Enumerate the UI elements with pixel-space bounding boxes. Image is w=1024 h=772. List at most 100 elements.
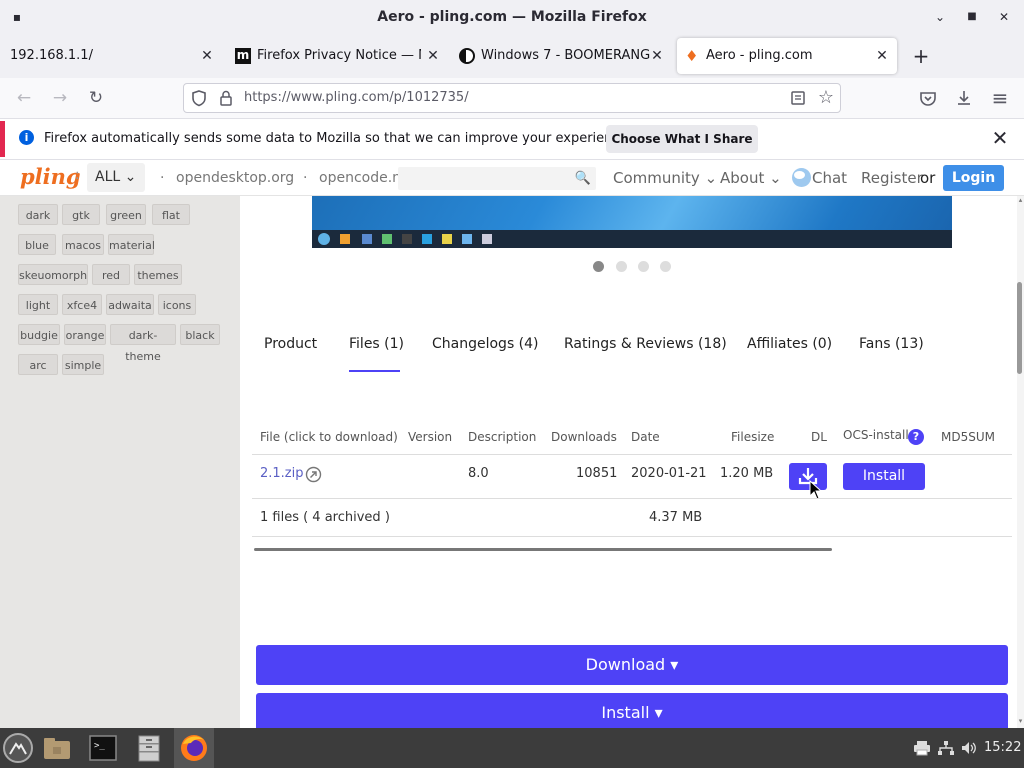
terminal-icon[interactable]: >_ (88, 733, 118, 763)
scroll-down-arrow-icon[interactable]: ▾ (1017, 717, 1024, 725)
table-divider (252, 498, 1012, 499)
tag-skeuomorph[interactable]: skeuomorph (18, 264, 88, 285)
close-icon[interactable]: ✕ (648, 47, 666, 65)
tag-themes[interactable]: themes (134, 264, 182, 285)
file-date: 2020-01-21 (631, 466, 707, 481)
gallery-dot[interactable] (638, 261, 649, 272)
tag-material[interactable]: material (108, 234, 155, 255)
tab-product[interactable]: Product (264, 325, 317, 363)
close-window-button[interactable]: ✕ (996, 9, 1012, 25)
printer-icon[interactable] (913, 740, 931, 756)
tag-arc[interactable]: arc (18, 354, 58, 375)
tag-black[interactable]: black (180, 324, 220, 345)
tab-affiliates[interactable]: Affiliates (0) (747, 325, 832, 363)
community-menu[interactable]: Community ⌄ (613, 160, 717, 196)
minimize-button[interactable]: ⌄ (932, 9, 948, 25)
tab-label: Aero - pling.com (706, 48, 813, 63)
search-icon[interactable]: 🔍 (574, 170, 592, 188)
col-description: Description (468, 430, 537, 444)
register-link[interactable]: Register (861, 160, 923, 196)
all-dropdown[interactable]: ALL ⌄ (87, 163, 145, 192)
gallery-dot-active[interactable] (593, 261, 604, 272)
help-icon[interactable]: ? (908, 429, 924, 445)
tag-budgie[interactable]: budgie (18, 324, 60, 345)
pocket-icon[interactable] (918, 88, 938, 108)
tag-dark-theme[interactable]: dark-theme (110, 324, 176, 363)
reader-view-icon[interactable] (789, 89, 807, 107)
close-icon[interactable]: ✕ (873, 47, 891, 65)
url-text: https://www.pling.com/p/1012735/ (244, 90, 469, 105)
start-menu-icon[interactable] (3, 733, 33, 763)
tab-windows7[interactable]: Windows 7 - BOOMERANG ✕ (452, 38, 670, 74)
tab-router[interactable]: 192.168.1.1/ ✕ (4, 38, 222, 74)
file-manager-icon[interactable] (42, 733, 72, 763)
about-menu[interactable]: About ⌄ (720, 160, 782, 196)
chat-icon[interactable] (792, 168, 811, 187)
screenshot-taskbar (312, 230, 952, 248)
window-titlebar: Aero - pling.com — Mozilla Firefox (0, 0, 1024, 34)
volume-icon[interactable] (960, 740, 978, 756)
external-link-icon[interactable] (305, 466, 322, 483)
maximize-button[interactable]: ■ (964, 9, 980, 25)
chat-link[interactable]: Chat (812, 160, 847, 196)
window-title: Aero - pling.com — Mozilla Firefox (377, 9, 647, 25)
downloads-icon[interactable] (954, 88, 974, 108)
header-bullet: · (160, 170, 165, 186)
tab-privacy-notice[interactable]: m Firefox Privacy Notice — Mo ✕ (228, 38, 446, 74)
reload-button[interactable]: ↻ (84, 86, 108, 110)
tag-gtk[interactable]: gtk (62, 204, 100, 225)
tag-flat[interactable]: flat (152, 204, 190, 225)
tag-orange[interactable]: orange (64, 324, 106, 345)
login-button[interactable]: Login (943, 165, 1004, 191)
col-version: Version (408, 430, 453, 444)
tab-fans[interactable]: Fans (13) (859, 325, 924, 363)
tab-changelogs[interactable]: Changelogs (4) (432, 325, 539, 363)
tag-blue[interactable]: blue (18, 234, 56, 255)
link-opendesktop[interactable]: opendesktop.org (176, 160, 294, 196)
tag-light[interactable]: light (18, 294, 58, 315)
ocs-install-button[interactable]: Install (843, 463, 925, 490)
lock-icon[interactable] (218, 89, 234, 107)
tab-files[interactable]: Files (1) (349, 325, 404, 363)
scroll-up-arrow-icon[interactable]: ▴ (1017, 196, 1024, 204)
gallery-dot[interactable] (660, 261, 671, 272)
site-search-input[interactable] (398, 167, 596, 190)
back-button[interactable]: ← (12, 86, 36, 110)
shield-icon[interactable] (190, 89, 208, 107)
tag-adwaita[interactable]: adwaita (106, 294, 154, 315)
window-menu-icon[interactable]: ▪ (9, 9, 25, 25)
choose-what-i-share-button[interactable]: Choose What I Share (606, 125, 758, 153)
page-scrollbar-track[interactable] (1017, 196, 1024, 728)
gallery-dot[interactable] (616, 261, 627, 272)
tab-label: Firefox Privacy Notice — Mo (257, 48, 421, 63)
tag-macos[interactable]: macos (62, 234, 104, 255)
tab-ratings-reviews[interactable]: Ratings & Reviews (18) (564, 325, 727, 363)
page-scrollbar-thumb[interactable] (1017, 282, 1022, 374)
tag-xfce4[interactable]: xfce4 (62, 294, 102, 315)
clock[interactable]: 15:22 (984, 728, 1021, 768)
close-icon[interactable]: ✕ (198, 47, 216, 65)
tab-pling-active[interactable]: ♦ Aero - pling.com ✕ (677, 38, 897, 74)
bookmark-star-icon[interactable]: ☆ (816, 88, 836, 108)
close-notification-button[interactable]: ✕ (990, 128, 1010, 148)
close-icon[interactable]: ✕ (424, 47, 442, 65)
tag-simple[interactable]: simple (62, 354, 104, 375)
install-dropdown-button[interactable]: Install ▾ (256, 693, 1008, 728)
new-tab-button[interactable]: + (910, 44, 932, 68)
tag-green[interactable]: green (106, 204, 146, 225)
tag-icons[interactable]: icons (158, 294, 196, 315)
table-horizontal-scrollbar[interactable] (254, 548, 832, 551)
file-link[interactable]: 2.1.zip (260, 463, 304, 485)
link-opencode[interactable]: opencode.ne (319, 160, 410, 196)
tag-red[interactable]: red (92, 264, 130, 285)
network-icon[interactable] (937, 740, 955, 756)
pling-logo[interactable]: pling (20, 164, 81, 190)
col-dl: DL (811, 430, 827, 444)
forward-button[interactable]: → (48, 86, 72, 110)
archive-manager-icon[interactable] (134, 733, 164, 763)
app-menu-button[interactable]: ≡ (988, 86, 1012, 110)
table-divider (252, 454, 1012, 455)
tag-dark[interactable]: dark (18, 204, 58, 225)
firefox-task-active[interactable] (174, 728, 214, 768)
download-dropdown-button[interactable]: Download ▾ (256, 645, 1008, 685)
